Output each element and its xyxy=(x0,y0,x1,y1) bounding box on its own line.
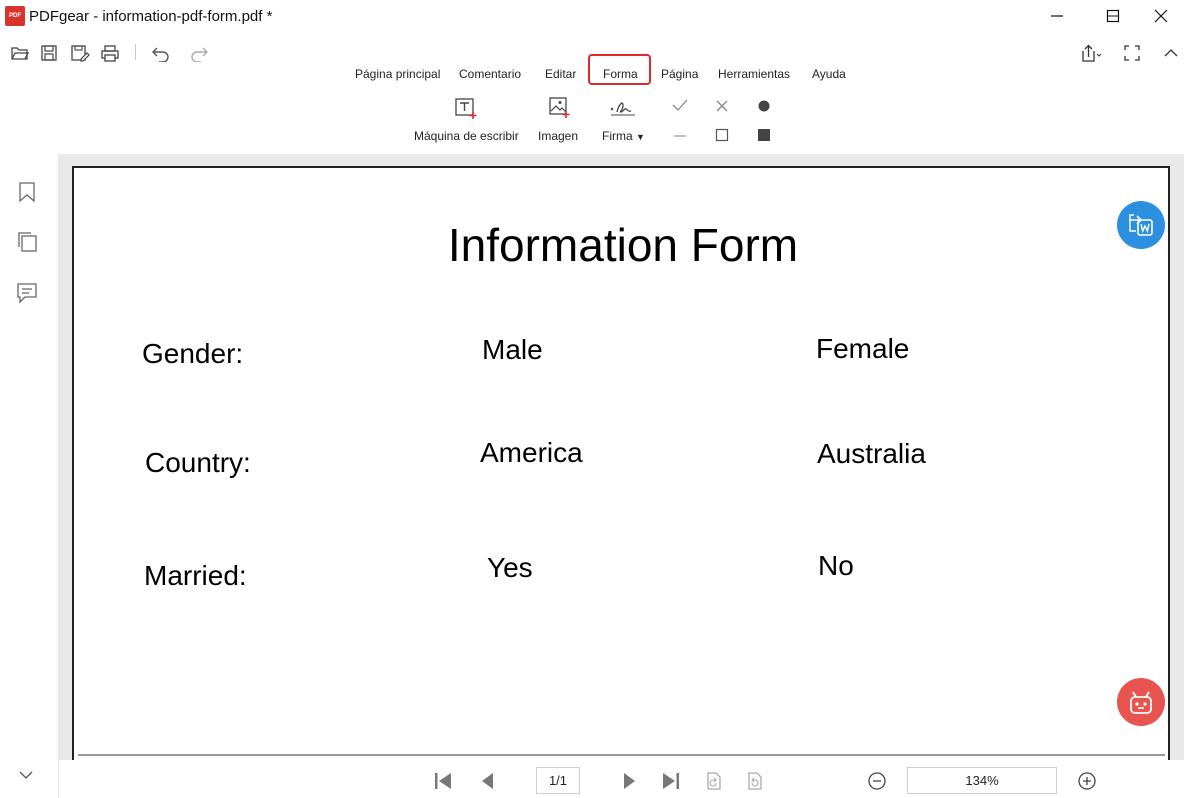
gender-option-male[interactable]: Male xyxy=(482,334,543,366)
image-add-icon xyxy=(549,97,570,118)
open-folder-icon xyxy=(11,47,30,60)
last-page-icon xyxy=(663,773,679,789)
country-label: Country: xyxy=(145,447,251,478)
country-option-australia[interactable]: Australia xyxy=(817,438,926,470)
ai-robot-icon xyxy=(1130,691,1152,714)
empty-box-icon xyxy=(715,128,729,142)
line-button[interactable] xyxy=(671,128,689,144)
tab-forma[interactable]: Forma xyxy=(603,63,638,85)
bookmarks-button[interactable] xyxy=(17,181,37,203)
married-option-yes[interactable]: Yes xyxy=(487,552,533,584)
print-icon xyxy=(101,45,119,62)
comments-button[interactable] xyxy=(16,282,38,304)
tab-herramientas[interactable]: Herramientas xyxy=(718,63,790,85)
comment-icon xyxy=(17,283,37,304)
zoom-in-icon xyxy=(1078,772,1096,790)
line-icon xyxy=(674,135,686,137)
tab-editar[interactable]: Editar xyxy=(545,63,576,85)
next-page-button[interactable] xyxy=(616,768,642,794)
zoom-out-icon xyxy=(868,772,886,790)
chevron-down-icon xyxy=(19,771,33,779)
page-number-input[interactable]: 1/1 xyxy=(536,767,580,794)
undo-icon xyxy=(152,47,169,62)
previous-page-icon xyxy=(482,773,493,789)
married-option-no[interactable]: No xyxy=(818,550,854,582)
gender-label: Gender: xyxy=(142,338,244,369)
empty-box-button[interactable] xyxy=(714,127,730,143)
dropdown-arrow-icon: ▼ xyxy=(636,132,645,142)
signature-button[interactable] xyxy=(609,96,637,120)
maximize-button[interactable] xyxy=(1090,0,1136,32)
bookmark-icon xyxy=(19,182,35,203)
share-button[interactable] xyxy=(1077,40,1103,66)
pdf-page[interactable]: Information Form Gender: Male Female Cou… xyxy=(72,166,1170,798)
app-logo: PDF xyxy=(5,6,25,26)
signature-label: Firma xyxy=(602,129,633,143)
signature-icon xyxy=(610,102,635,116)
filled-box-button[interactable] xyxy=(756,127,772,143)
rotate-right-icon xyxy=(748,772,762,790)
pages-button[interactable] xyxy=(16,231,38,253)
first-page-icon xyxy=(435,773,451,789)
ai-assistant-button[interactable] xyxy=(1117,678,1165,726)
image-button[interactable] xyxy=(548,96,572,120)
typewriter-icon xyxy=(455,98,477,119)
print-button[interactable] xyxy=(97,40,123,66)
save-icon xyxy=(41,45,57,61)
minimize-btn[interactable] xyxy=(1034,0,1080,32)
pages-icon xyxy=(18,232,37,252)
redo-icon xyxy=(191,47,208,62)
signature-dropdown[interactable]: Firma ▼ xyxy=(602,129,645,143)
rotate-right-button[interactable] xyxy=(741,768,767,794)
fullscreen-button[interactable] xyxy=(1119,40,1145,66)
save-button[interactable] xyxy=(36,40,62,66)
checkmark-icon xyxy=(672,99,688,111)
sidebar-expand-button[interactable] xyxy=(18,769,34,781)
toolbar-separator xyxy=(135,44,136,60)
cross-button[interactable] xyxy=(714,98,730,114)
typewriter-label[interactable]: Máquina de escribir xyxy=(414,129,519,143)
zoom-in-button[interactable] xyxy=(1074,768,1100,794)
pdf-to-word-icon xyxy=(1129,214,1153,236)
filled-box-icon xyxy=(758,129,770,141)
page-divider xyxy=(78,754,1165,756)
close-icon xyxy=(1154,9,1168,23)
dot-button[interactable] xyxy=(756,98,772,114)
cross-icon xyxy=(716,100,728,112)
collapse-ribbon-icon xyxy=(1164,49,1178,57)
fullscreen-icon xyxy=(1124,45,1140,61)
previous-page-button[interactable] xyxy=(474,768,500,794)
zoom-level-input[interactable]: 134% xyxy=(907,767,1057,794)
dot-icon xyxy=(758,100,770,112)
rotate-left-button[interactable] xyxy=(700,768,726,794)
save-as-button[interactable] xyxy=(67,40,93,66)
married-label: Married: xyxy=(144,560,247,591)
checkmark-button[interactable] xyxy=(671,97,689,113)
tab-ayuda[interactable]: Ayuda xyxy=(812,63,846,85)
zoom-out-button[interactable] xyxy=(864,768,890,794)
tab-comentario[interactable]: Comentario xyxy=(459,63,521,85)
last-page-button[interactable] xyxy=(658,768,684,794)
collapse-ribbon-button[interactable] xyxy=(1158,40,1184,66)
tab-pagina-principal[interactable]: Página principal xyxy=(355,63,440,85)
form-title: Information Form xyxy=(447,219,799,271)
maximize-icon xyxy=(1106,9,1120,23)
typewriter-button[interactable] xyxy=(454,96,478,120)
pdf-to-word-button[interactable] xyxy=(1117,201,1165,249)
open-button[interactable] xyxy=(7,40,33,66)
save-as-icon xyxy=(71,45,90,62)
window-title: PDFgear - information-pdf-form.pdf * xyxy=(29,8,273,25)
rotate-left-icon xyxy=(707,772,721,790)
tab-pagina[interactable]: Página xyxy=(661,63,698,85)
close-button[interactable] xyxy=(1138,0,1184,32)
undo-button[interactable] xyxy=(148,40,174,66)
gender-option-female[interactable]: Female xyxy=(816,333,909,365)
first-page-button[interactable] xyxy=(430,768,456,794)
image-label[interactable]: Imagen xyxy=(538,129,578,143)
country-option-america[interactable]: America xyxy=(480,437,583,469)
minimize-icon xyxy=(1051,15,1063,17)
share-icon xyxy=(1082,44,1102,62)
next-page-icon xyxy=(624,773,635,789)
redo-button[interactable] xyxy=(186,40,212,66)
